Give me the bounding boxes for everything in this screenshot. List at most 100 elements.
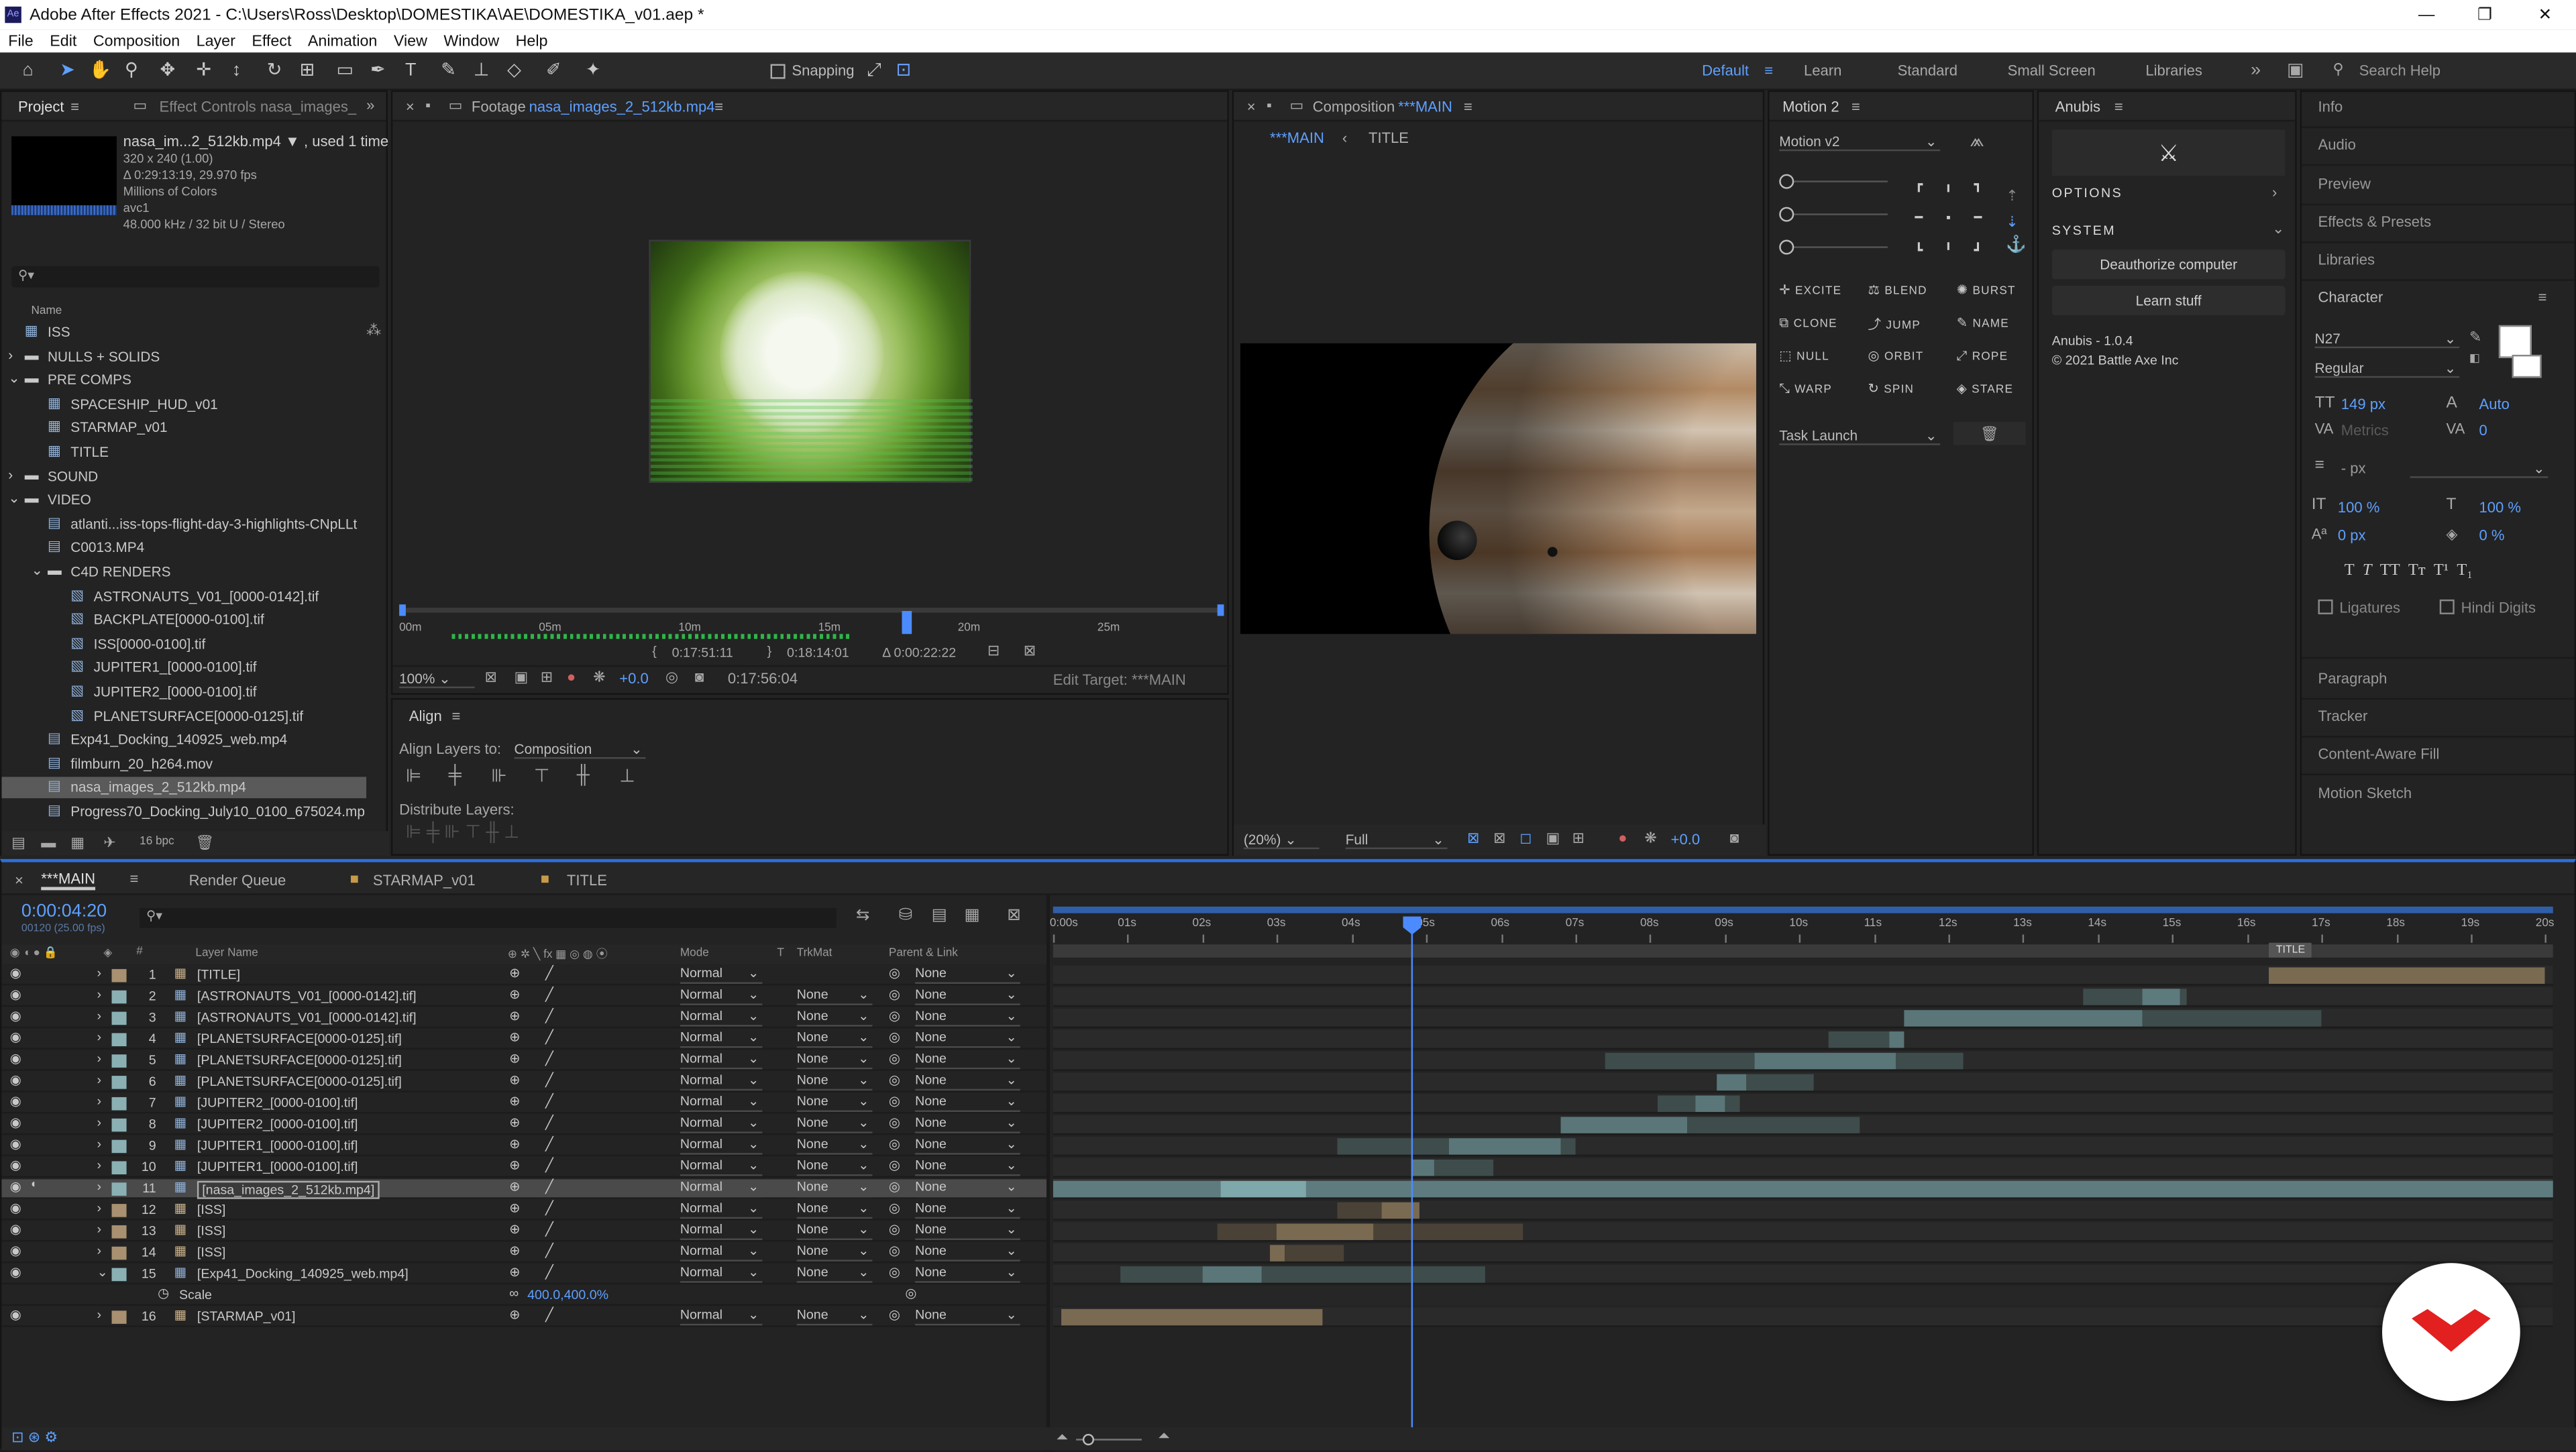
mode-dropdown[interactable]: Normal ⌄ bbox=[680, 966, 763, 984]
project-item[interactable]: ▦ ISS bbox=[1, 322, 366, 343]
horizontal-scale-value[interactable]: 100 % bbox=[2479, 499, 2522, 515]
pickwhip-icon[interactable]: ◎ bbox=[889, 1137, 900, 1152]
shy-switch-icon[interactable]: ⊕ bbox=[509, 987, 520, 1002]
channel-icon[interactable]: ● bbox=[1618, 830, 1627, 846]
panel-menu-icon[interactable]: ≡ bbox=[2114, 99, 2123, 115]
snap-grid-icon[interactable]: ⊡ bbox=[892, 59, 915, 82]
font-family-dropdown[interactable]: N27 ⌄ bbox=[2314, 330, 2460, 349]
layer-name[interactable]: [STARMAP_v01] bbox=[197, 1309, 296, 1324]
visibility-eye-icon[interactable]: ◉ bbox=[10, 966, 21, 981]
slider-track-3[interactable] bbox=[1779, 239, 1888, 255]
options-section[interactable]: OPTIONS bbox=[2052, 186, 2123, 201]
anchor-bc-icon[interactable]: ╹ bbox=[1933, 243, 1963, 276]
panel-menu-icon[interactable]: ≡ bbox=[70, 99, 79, 115]
project-item[interactable]: ▧ ISS[0000-0100].tif bbox=[1, 634, 366, 655]
layer-duration-bar[interactable] bbox=[1754, 1052, 1896, 1070]
pen-tool-icon[interactable]: ✒ bbox=[366, 59, 389, 82]
layer-duration-bar[interactable] bbox=[1434, 1159, 1494, 1176]
layer-duration-bar[interactable] bbox=[2180, 989, 2188, 1005]
layer-row[interactable]: ◉ › 12 ▦ [ISS] ⊕ ╱ Normal ⌄ None ⌄ ◎ None ⌄ bbox=[1, 1200, 1047, 1221]
search-help-field[interactable]: Search Help bbox=[2359, 62, 2440, 78]
layer-duration-bar[interactable] bbox=[1829, 1031, 1889, 1048]
bpc-button[interactable]: 16 bpc bbox=[140, 836, 174, 848]
magnification-dropdown[interactable]: (20%) ⌄ bbox=[1243, 831, 1320, 850]
project-item[interactable]: ▧ ASTRONAUTS_V01_[0000-0142].tif bbox=[1, 585, 366, 607]
panel-menu-icon[interactable]: ≡ bbox=[1851, 99, 1860, 115]
workspace-menu-icon[interactable]: ≡ bbox=[1764, 62, 1773, 78]
panel-audio[interactable]: Audio bbox=[2318, 136, 2356, 152]
label-color-swatch[interactable] bbox=[111, 968, 127, 983]
layer-row[interactable]: ◉ › 9 ▦ [JUPITER1_[0000-0100].tif] ⊕ ╱ Normal ⌄ N… bbox=[1, 1137, 1047, 1157]
panel-libraries[interactable]: Libraries bbox=[2318, 252, 2375, 268]
align-vcenter-icon[interactable]: ╫ bbox=[577, 765, 590, 785]
project-item[interactable]: ⌄ ▬ C4D RENDERS bbox=[1, 562, 366, 583]
layer-duration-bar[interactable] bbox=[1202, 1266, 1263, 1283]
tab-starmap[interactable]: STARMAP_v01 bbox=[373, 872, 476, 888]
layer-row[interactable]: ◉ › 1 ▦ [TITLE] ⊕ ╱ Normal ⌄ ◎ None ⌄ bbox=[1, 966, 1047, 986]
footage-tab-label[interactable]: Footage bbox=[472, 99, 526, 115]
exposure-value[interactable]: +0.0 bbox=[619, 670, 649, 686]
layer-row[interactable]: ◉ › 13 ▦ [ISS] ⊕ ╱ Normal ⌄ None ⌄ ◎ None ⌄ bbox=[1, 1222, 1047, 1242]
layer-row[interactable]: ◉ › 6 ▦ [PLANETSURFACE[0000-0125].tif] ⊕ ╱ Norm… bbox=[1, 1072, 1047, 1093]
motion-blend-button[interactable]: ⚖ BLEND bbox=[1868, 282, 1927, 297]
visibility-eye-icon[interactable]: ◉ bbox=[10, 987, 21, 1002]
trkmat-dropdown[interactable]: None ⌄ bbox=[796, 1072, 873, 1091]
shy-switch-icon[interactable]: ⊕ bbox=[509, 1030, 520, 1045]
parent-dropdown[interactable]: None ⌄ bbox=[915, 1158, 1020, 1176]
quality-switch-icon[interactable]: ╱ bbox=[545, 987, 553, 1002]
orbit-tool-icon[interactable]: ✥ bbox=[156, 59, 179, 82]
footage-playhead[interactable] bbox=[902, 611, 912, 634]
expand-caret-icon[interactable]: › bbox=[97, 1030, 101, 1045]
menu-layer[interactable]: Layer bbox=[188, 32, 244, 50]
layer-duration-bar[interactable] bbox=[1695, 1095, 1725, 1112]
shy-switch-icon[interactable]: ⊕ bbox=[509, 1243, 520, 1258]
project-item[interactable]: ▦ SPACESHIP_HUD_v01 bbox=[1, 394, 366, 415]
visibility-eye-icon[interactable]: ◉ bbox=[10, 1200, 21, 1215]
audio-speaker-icon[interactable]: ◖ bbox=[30, 1179, 36, 1190]
delete-icon[interactable]: 🗑 bbox=[195, 834, 214, 852]
mode-dropdown[interactable]: Normal ⌄ bbox=[680, 1094, 763, 1112]
project-item[interactable]: ▧ JUPITER2_[0000-0100].tif bbox=[1, 681, 366, 703]
baseline-shift-value[interactable]: 0 px bbox=[2338, 527, 2366, 543]
layer-name[interactable]: [JUPITER2_[0000-0100].tif] bbox=[197, 1117, 358, 1131]
mode-dropdown[interactable]: Normal ⌄ bbox=[680, 1072, 763, 1091]
tab-align[interactable]: Align bbox=[409, 708, 442, 724]
parent-dropdown[interactable]: None ⌄ bbox=[915, 1030, 1020, 1048]
resolution-dropdown[interactable]: Full ⌄ bbox=[1345, 831, 1448, 850]
camera-icon[interactable]: ◙ bbox=[695, 669, 704, 685]
hindi-digits-checkbox[interactable] bbox=[2439, 599, 2455, 614]
rotate-tool-icon[interactable]: ↻ bbox=[263, 59, 286, 82]
shy-switch-icon[interactable]: ⊕ bbox=[509, 1307, 520, 1322]
label-color-swatch[interactable] bbox=[111, 1182, 127, 1196]
visibility-eye-icon[interactable]: ◉ bbox=[10, 1222, 21, 1237]
expand-caret-icon[interactable]: ⌄ bbox=[8, 370, 19, 388]
align-bottom-icon[interactable]: ⊥ bbox=[619, 765, 635, 787]
learn-stuff-button[interactable]: Learn stuff bbox=[2051, 286, 2286, 316]
panel-paragraph[interactable]: Paragraph bbox=[2318, 670, 2387, 686]
slider-track-2[interactable] bbox=[1779, 207, 1888, 222]
layer-name[interactable]: [TITLE] bbox=[197, 967, 240, 982]
layer-name[interactable]: [ASTRONAUTS_V01_[0000-0142].tif] bbox=[197, 1010, 417, 1025]
quality-switch-icon[interactable]: ╱ bbox=[545, 1222, 553, 1237]
project-item[interactable]: ▧ JUPITER1_[0000-0100].tif bbox=[1, 658, 366, 679]
footage-zoom-dropdown[interactable]: 100% ⌄ bbox=[399, 670, 475, 689]
layer-row[interactable]: ◉ › 10 ▦ [JUPITER1_[0000-0100].tif] ⊕ ╱ Normal ⌄… bbox=[1, 1158, 1047, 1178]
layer-duration-bar[interactable] bbox=[2142, 989, 2180, 1005]
puppet-tool-icon[interactable]: ✦ bbox=[582, 59, 604, 82]
layer-duration-bar[interactable] bbox=[1687, 1117, 1860, 1133]
quality-switch-icon[interactable]: ╱ bbox=[545, 1137, 553, 1152]
menu-edit[interactable]: Edit bbox=[42, 32, 85, 50]
project-item[interactable]: › ▬ NULLS + SOLIDS bbox=[1, 346, 366, 368]
expand-caret-icon[interactable]: › bbox=[97, 1179, 101, 1194]
quality-switch-icon[interactable]: ╱ bbox=[545, 1072, 553, 1087]
label-color-swatch[interactable] bbox=[111, 1139, 127, 1154]
system-section[interactable]: SYSTEM bbox=[2052, 223, 2116, 238]
project-item[interactable]: ▤ Exp41_Docking_140925_web.mp4 bbox=[1, 730, 366, 751]
panel-motion-sketch[interactable]: Motion Sketch bbox=[2318, 785, 2412, 801]
lock-icon[interactable]: ▭ bbox=[133, 97, 147, 115]
region-of-interest-icon[interactable]: ▣ bbox=[1546, 830, 1560, 848]
layer-duration-bar[interactable] bbox=[1306, 1180, 2553, 1198]
type-tool-icon[interactable]: T bbox=[399, 59, 422, 82]
layer-row[interactable]: ◉ › 7 ▦ [JUPITER2_[0000-0100].tif] ⊕ ╱ Normal ⌄ N… bbox=[1, 1094, 1047, 1114]
trkmat-dropdown[interactable]: None ⌄ bbox=[796, 987, 873, 1005]
